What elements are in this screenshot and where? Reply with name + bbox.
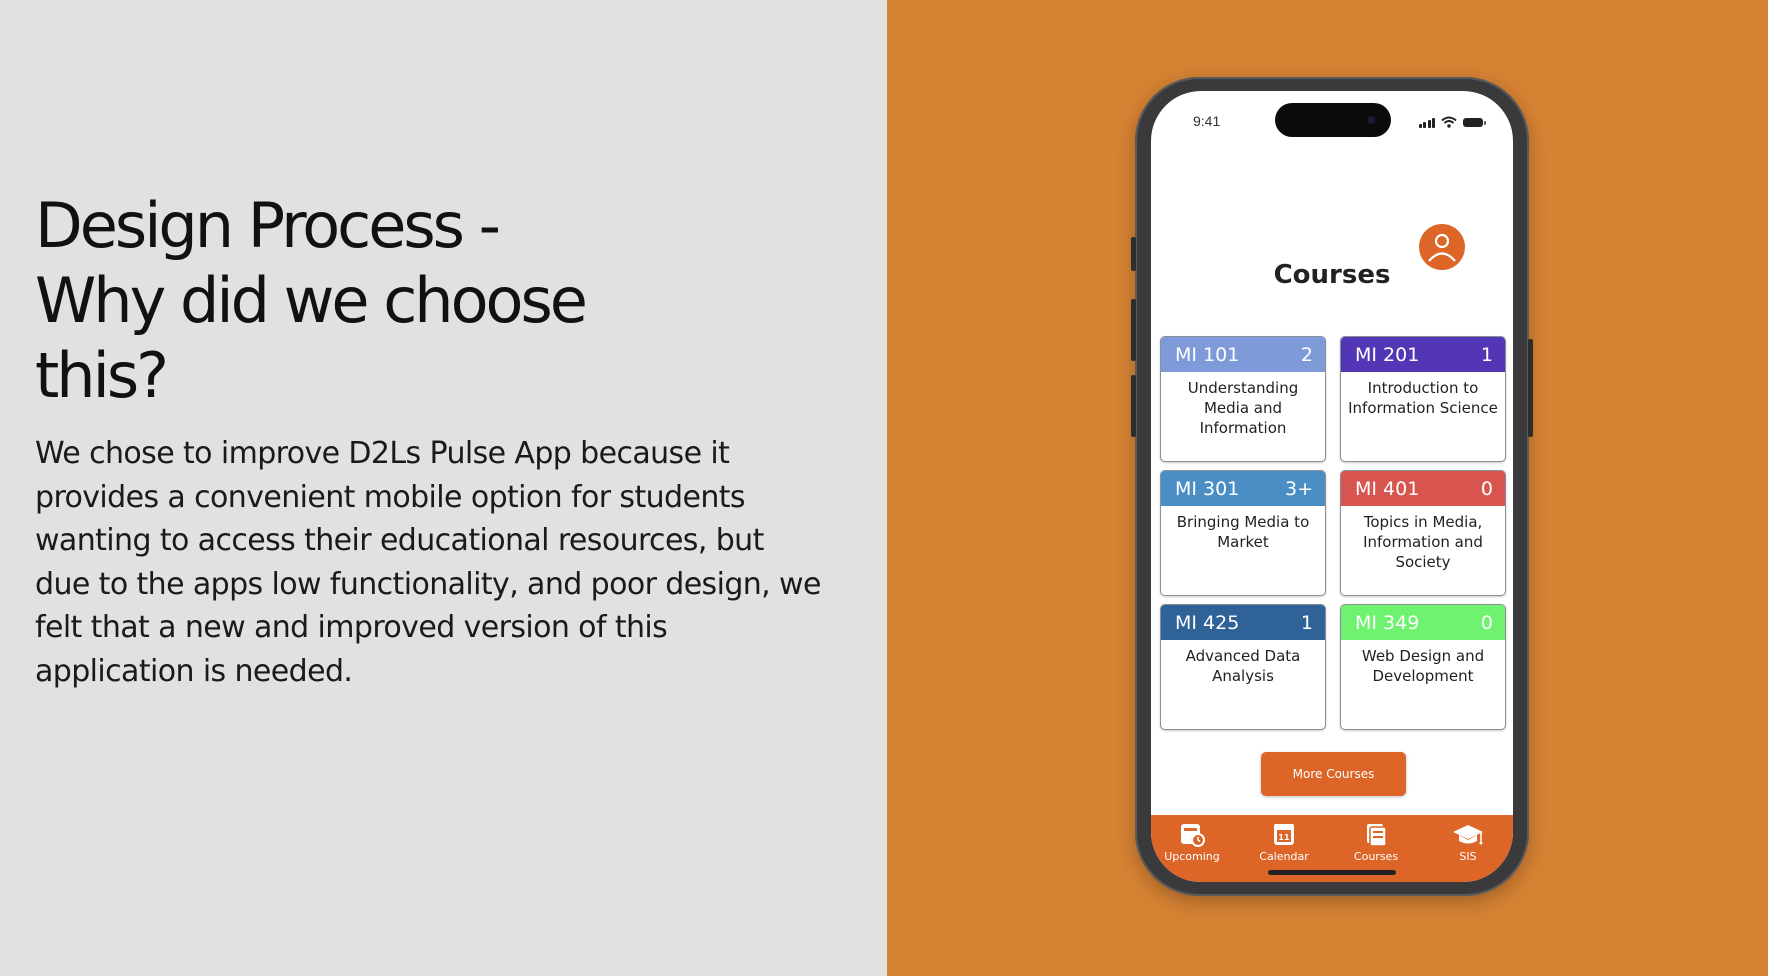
course-card[interactable]: MI 301 3+ Bringing Media to Market: [1160, 470, 1326, 596]
course-count-badge: 0: [1480, 611, 1493, 634]
course-card[interactable]: MI 401 0 Topics in Media, Information an…: [1340, 470, 1506, 596]
course-name: Web Design and Development: [1361, 647, 1485, 685]
tab-label: Upcoming: [1164, 850, 1220, 863]
camera-icon: [1367, 116, 1375, 124]
phone-mockup: 9:41 Courses MI 101 2 Understanding Medi…: [1131, 77, 1533, 896]
wifi-icon: [1441, 116, 1457, 128]
battery-icon: [1463, 117, 1486, 127]
heading-line: Design Process -: [35, 189, 501, 262]
calendar-icon: 11: [1274, 824, 1294, 845]
course-grid: MI 101 2 Understanding Media and Informa…: [1160, 336, 1507, 730]
course-count-badge: 0: [1480, 477, 1493, 500]
course-card[interactable]: MI 101 2 Understanding Media and Informa…: [1160, 336, 1326, 462]
home-indicator[interactable]: [1268, 870, 1396, 875]
slide-body-text: We chose to improve D2Ls Pulse App becau…: [35, 436, 821, 689]
course-code: MI 349: [1355, 611, 1420, 634]
tab-courses[interactable]: Courses: [1336, 821, 1416, 863]
status-time: 9:41: [1193, 113, 1221, 129]
tab-label: Courses: [1353, 850, 1399, 863]
course-count-badge: 1: [1300, 611, 1313, 634]
tab-label: SIS: [1459, 850, 1477, 863]
dynamic-island: [1275, 103, 1391, 137]
page-title: Courses: [1273, 260, 1391, 290]
volume-up-button: [1131, 299, 1136, 361]
course-code: MI 425: [1175, 611, 1240, 634]
action-button: [1131, 237, 1136, 271]
power-button: [1528, 339, 1533, 437]
course-card-header: MI 101 2: [1161, 337, 1325, 372]
course-name: Bringing Media to Market: [1176, 513, 1310, 551]
status-icons: [1418, 116, 1486, 128]
courses-icon: [1367, 824, 1387, 847]
calendar-badge: 11: [1278, 833, 1290, 842]
course-count-badge: 1: [1480, 343, 1493, 366]
heading-line: this?: [35, 339, 169, 412]
signal-icon: [1418, 117, 1435, 128]
tab-label: Calendar: [1259, 850, 1309, 863]
course-count-badge: 3+: [1284, 477, 1313, 500]
more-courses-button[interactable]: More Courses: [1261, 752, 1406, 796]
graduation-cap-icon: [1453, 825, 1483, 845]
heading-line: Why did we choose: [35, 264, 588, 337]
course-card[interactable]: MI 349 0 Web Design and Development: [1340, 604, 1506, 730]
course-card[interactable]: MI 201 1 Introduction to Information Sci…: [1340, 336, 1506, 462]
tab-calendar[interactable]: 11 Calendar: [1244, 821, 1324, 863]
phone-screen: 9:41 Courses MI 101 2 Understanding Medi…: [1151, 91, 1513, 882]
course-card-header: MI 349 0: [1341, 605, 1505, 640]
course-name: Introduction to Information Science: [1348, 379, 1498, 417]
course-card-header: MI 401 0: [1341, 471, 1505, 506]
course-code: MI 301: [1175, 477, 1240, 500]
course-count-badge: 2: [1300, 343, 1313, 366]
tab-sis[interactable]: SIS: [1428, 821, 1508, 863]
course-card-header: MI 201 1: [1341, 337, 1505, 372]
course-name: Advanced Data Analysis: [1185, 647, 1301, 685]
course-name: Topics in Media, Information and Society: [1363, 513, 1483, 571]
status-bar: 9:41: [1151, 91, 1513, 141]
bottom-tab-bar: Upcoming 11 Calendar Courses SIS: [1151, 815, 1513, 882]
course-code: MI 401: [1355, 477, 1420, 500]
course-card-header: MI 301 3+: [1161, 471, 1325, 506]
course-code: MI 201: [1355, 343, 1420, 366]
course-name: Understanding Media and Information: [1187, 379, 1299, 437]
course-card[interactable]: MI 425 1 Advanced Data Analysis: [1160, 604, 1326, 730]
volume-down-button: [1131, 375, 1136, 437]
course-code: MI 101: [1175, 343, 1240, 366]
course-card-header: MI 425 1: [1161, 605, 1325, 640]
tab-upcoming[interactable]: Upcoming: [1152, 821, 1232, 863]
slide-heading: Design Process - Why did we choose this?: [35, 188, 735, 413]
left-pane: Design Process - Why did we choose this?…: [0, 0, 887, 976]
upcoming-icon: [1181, 824, 1205, 847]
